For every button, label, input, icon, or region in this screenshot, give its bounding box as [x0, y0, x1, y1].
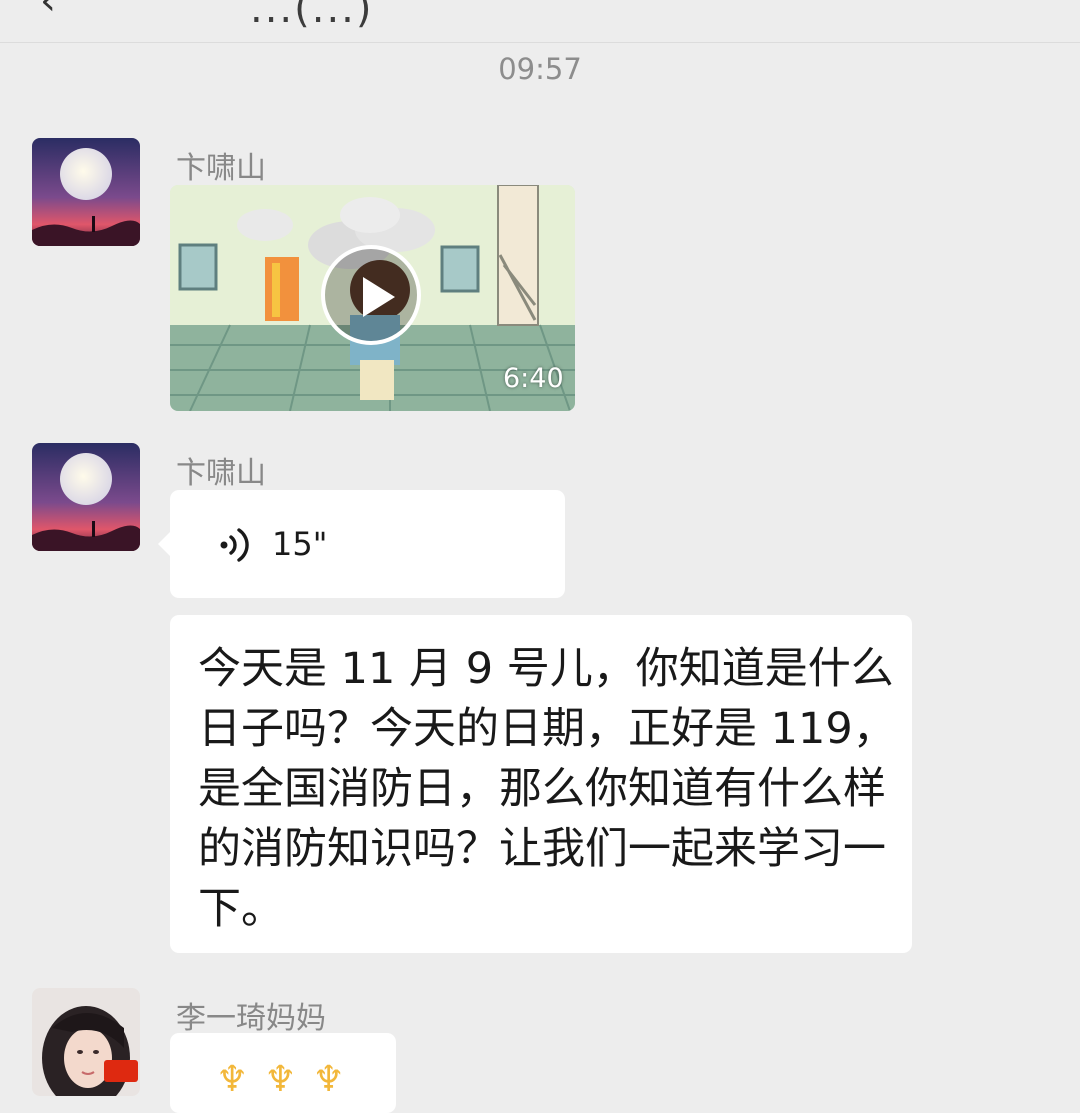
- video-duration: 6:40: [503, 363, 564, 394]
- voice-message[interactable]: 15": [158, 490, 565, 598]
- text-message[interactable]: 今天是 11 月 9 号儿，你知道是什么日子吗？今天的日期，正好是 119，是全…: [170, 615, 912, 953]
- sender-name: 李一琦妈妈: [176, 1001, 326, 1036]
- avatar[interactable]: [32, 443, 140, 551]
- moon-night-avatar-image: [32, 138, 140, 246]
- flag-badge: [104, 1060, 138, 1082]
- play-icon[interactable]: [321, 245, 421, 345]
- sender-name: 卞啸山: [176, 151, 266, 186]
- message-text: 今天是 11 月 9 号儿，你知道是什么日子吗？今天的日期，正好是 119，是全…: [198, 644, 896, 934]
- chat-title: ...(...): [250, 0, 374, 32]
- back-icon[interactable]: ‹: [40, 0, 56, 24]
- voice-wave-icon: [220, 528, 249, 562]
- message-timestamp: 09:57: [498, 52, 582, 86]
- emoji-message[interactable]: ♆♆♆: [170, 1033, 396, 1113]
- voice-duration: 15": [272, 525, 328, 563]
- avatar[interactable]: [32, 138, 140, 246]
- bubble-tail: [158, 532, 170, 556]
- chat-header: ‹ ...(...): [0, 0, 1080, 43]
- sender-name: 卞啸山: [176, 456, 266, 491]
- moon-night-avatar-image: [32, 443, 140, 551]
